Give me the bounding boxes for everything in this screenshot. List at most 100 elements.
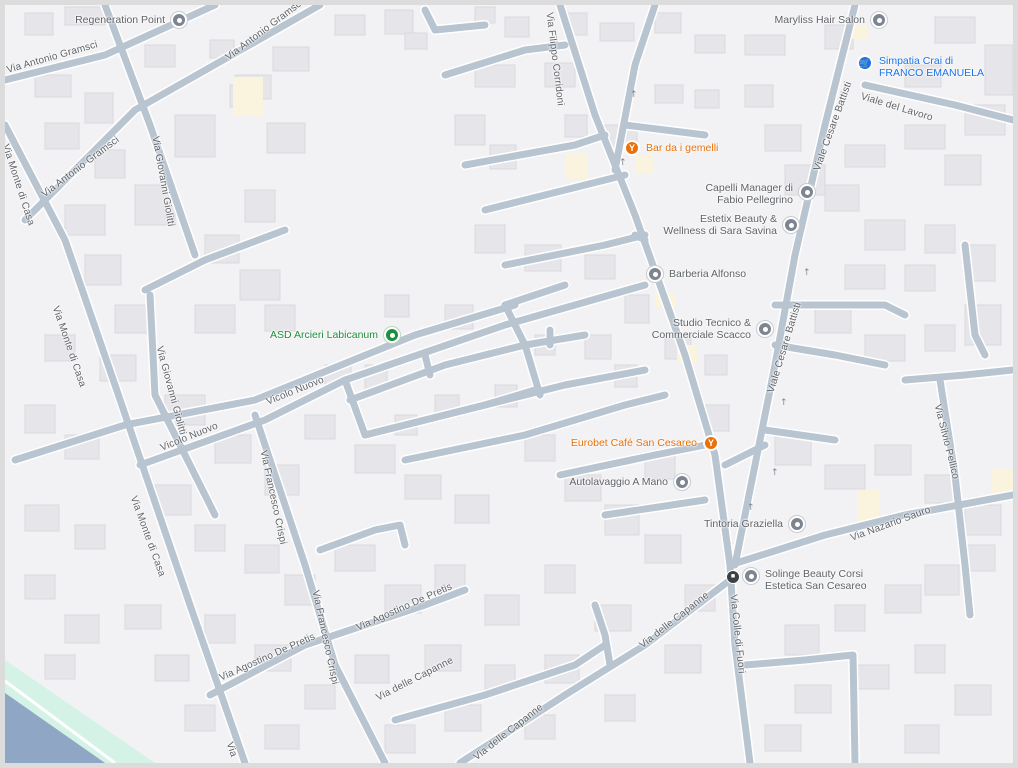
building (744, 84, 774, 108)
building (244, 189, 276, 223)
building (964, 504, 1002, 536)
building (984, 44, 1013, 96)
building (34, 74, 72, 98)
poi-capelli-manager[interactable]: Capelli Manager di Fabio Pellegrino (705, 182, 815, 206)
pin-icon (647, 266, 663, 282)
one-way-arrow: ↑ (803, 268, 811, 278)
building (24, 12, 54, 36)
map-base-layer: ↑ ↑ ↑ ↑ ↑ ↑ (5, 5, 1013, 763)
building (784, 624, 820, 656)
poi-maryliss-hair-salon[interactable]: Maryliss Hair Salon (775, 12, 887, 28)
building (954, 684, 992, 716)
poi-autolavaggio-a-mano[interactable]: Autolavaggio A Mano (569, 474, 690, 490)
road (481, 171, 629, 214)
cocktail-icon: Y (703, 435, 719, 451)
building (924, 564, 960, 596)
building (914, 644, 946, 674)
pin-icon (871, 12, 887, 28)
cocktail-icon: Y (624, 140, 640, 156)
building (194, 524, 226, 552)
poi-label: Solinge Beauty Corsi Estetica San Cesare… (765, 568, 867, 592)
building (334, 544, 376, 572)
pin-icon (789, 516, 805, 532)
building (864, 334, 906, 362)
building (844, 264, 886, 290)
building (854, 664, 890, 690)
building (884, 584, 922, 614)
building (664, 644, 702, 674)
building (304, 414, 336, 440)
building (154, 654, 190, 682)
building (354, 444, 396, 474)
building (524, 434, 556, 462)
poi-label: Autolavaggio A Mano (569, 476, 668, 488)
poi-label: Simpatia Crai di FRANCO EMANUELA (879, 55, 985, 79)
building (624, 294, 650, 324)
building (764, 124, 802, 152)
building (654, 12, 682, 34)
building (24, 404, 56, 434)
building (904, 124, 946, 150)
poi-label: Regeneration Point (75, 14, 165, 26)
pin-icon (743, 568, 759, 584)
building (644, 534, 682, 564)
building (604, 694, 636, 722)
poi-simpatia-crai[interactable]: 🛒 Simpatia Crai di FRANCO EMANUELA (857, 55, 984, 79)
building (84, 254, 122, 286)
road (631, 231, 649, 244)
building (384, 294, 410, 318)
one-way-arrow: ↑ (747, 503, 755, 513)
building (694, 34, 726, 54)
building (844, 144, 886, 168)
building (384, 9, 414, 35)
poi-regeneration-point[interactable]: Regeneration Point (75, 12, 187, 28)
poi-label: Tintoria Graziella (704, 518, 783, 530)
building (564, 114, 588, 138)
building (264, 724, 300, 750)
building (84, 92, 114, 124)
building (904, 264, 936, 292)
poi-bar-da-i-gemelli[interactable]: Y Bar da i gemelli (624, 140, 718, 156)
building (744, 34, 786, 56)
building (404, 32, 428, 50)
pin-icon (384, 327, 400, 343)
one-way-arrow: ↑ (771, 468, 779, 478)
one-way-arrow: ↑ (780, 398, 788, 408)
poi-barberia-alfonso[interactable]: Barberia Alfonso (647, 266, 746, 282)
one-way-arrow: ↑ (630, 90, 638, 100)
building (904, 724, 940, 754)
building (504, 16, 530, 38)
building (599, 22, 635, 42)
poi-tintoria-graziella[interactable]: Tintoria Graziella (704, 516, 805, 532)
poi-eurobet-cafe[interactable]: Y Eurobet Café San Cesareo (571, 435, 719, 451)
building (64, 204, 106, 236)
poi-asd-arcieri-labicanum[interactable]: ASD Arcieri Labicanum (270, 327, 400, 343)
poi-label: Estetix Beauty & Wellness di Sara Savina (663, 213, 777, 237)
building (484, 594, 520, 626)
building (764, 724, 802, 752)
building (334, 14, 366, 36)
poi-solinge-beauty[interactable]: Solinge Beauty Corsi Estetica San Cesare… (743, 568, 867, 592)
pin-icon (757, 321, 773, 337)
building (124, 604, 162, 630)
poi-estetix-beauty[interactable]: Estetix Beauty & Wellness di Sara Savina (663, 213, 799, 237)
poi-studio-tecnico[interactable]: Studio Tecnico & Commerciale Scacco (652, 317, 773, 341)
one-way-arrow: ↑ (619, 158, 627, 168)
map-canvas[interactable]: ↑ ↑ ↑ ↑ ↑ ↑ Via Antonio Gramsci Via Antonio G… (5, 5, 1013, 763)
poi-label: Capelli Manager di Fabio Pellegrino (705, 182, 793, 206)
pin-icon (674, 474, 690, 490)
poi-label: Studio Tecnico & Commerciale Scacco (651, 317, 751, 341)
building (934, 16, 976, 44)
building (244, 544, 280, 574)
building (654, 84, 684, 104)
poi-label: Maryliss Hair Salon (774, 14, 865, 26)
bus-stop-icon[interactable]: ■ (726, 570, 740, 584)
shopping-cart-icon: 🛒 (857, 55, 873, 71)
poi-label: ASD Arcieri Labicanum (270, 329, 378, 341)
building (144, 44, 176, 68)
building (874, 444, 912, 476)
poi-label: Bar da i gemelli (646, 142, 719, 154)
pin-icon (783, 217, 799, 233)
building (794, 684, 832, 714)
building (194, 304, 236, 334)
